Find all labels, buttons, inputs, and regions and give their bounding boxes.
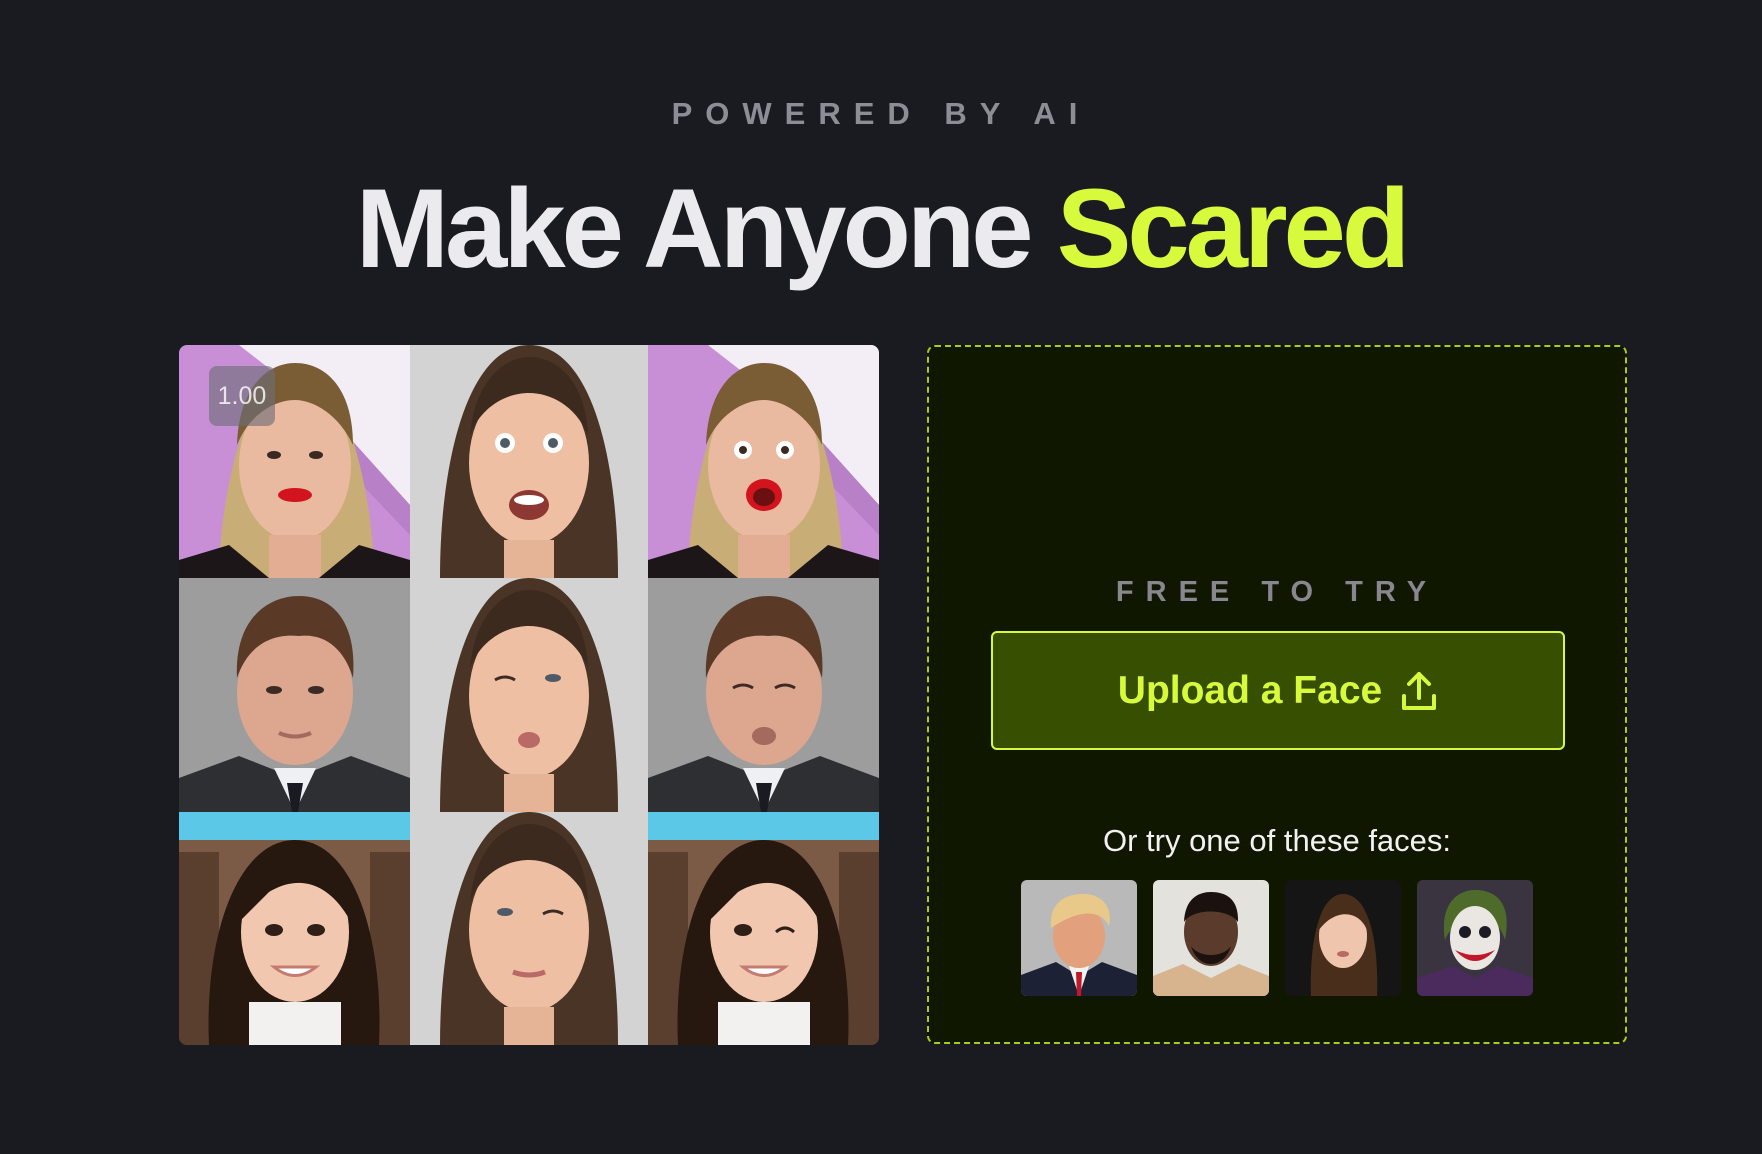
face-image xyxy=(648,812,879,1045)
sample-face-2[interactable] xyxy=(1153,880,1269,996)
face-thumbnail xyxy=(1153,880,1269,996)
face-image xyxy=(410,812,648,1045)
grid-cell-result-2 xyxy=(648,578,879,812)
grid-cell-driving-1 xyxy=(410,345,648,578)
face-image xyxy=(179,578,410,812)
grid-cell-result-3 xyxy=(648,812,879,1045)
upload-dropzone[interactable]: FREE TO TRY Upload a Face Or try one of … xyxy=(927,345,1627,1044)
eyebrow-text: POWERED BY AI xyxy=(671,96,1091,131)
sample-face-1[interactable] xyxy=(1021,880,1137,996)
sample-face-4[interactable] xyxy=(1417,880,1533,996)
face-thumbnail xyxy=(1021,880,1137,996)
sample-face-3[interactable] xyxy=(1285,880,1401,996)
face-image xyxy=(179,812,410,1045)
upload-face-button[interactable]: Upload a Face xyxy=(991,631,1565,750)
face-image xyxy=(410,578,648,812)
grid-cell-result-1 xyxy=(648,345,879,578)
face-image xyxy=(648,345,879,578)
upload-icon xyxy=(1402,671,1437,710)
headline-plain: Make Anyone xyxy=(355,166,1057,291)
headline-accent: Scared xyxy=(1056,166,1411,291)
face-thumbnail xyxy=(1417,880,1533,996)
upload-button-label: Upload a Face xyxy=(1117,668,1383,712)
grid-cell-driving-2 xyxy=(410,578,648,812)
grid-cell-driving-3 xyxy=(410,812,648,1045)
face-thumbnail xyxy=(1285,880,1401,996)
playback-speed-badge: 1.00 xyxy=(209,366,275,426)
free-to-try-label: FREE TO TRY xyxy=(1115,576,1439,608)
face-image xyxy=(410,345,648,578)
grid-cell-source-2 xyxy=(179,578,410,812)
sample-faces-prompt: Or try one of these faces: xyxy=(1102,823,1452,858)
grid-cell-source-3 xyxy=(179,812,410,1045)
face-image xyxy=(648,578,879,812)
headline: Make Anyone Scared xyxy=(0,165,1762,294)
demo-video-grid[interactable] xyxy=(179,345,879,1045)
sample-faces-list xyxy=(1021,880,1533,996)
